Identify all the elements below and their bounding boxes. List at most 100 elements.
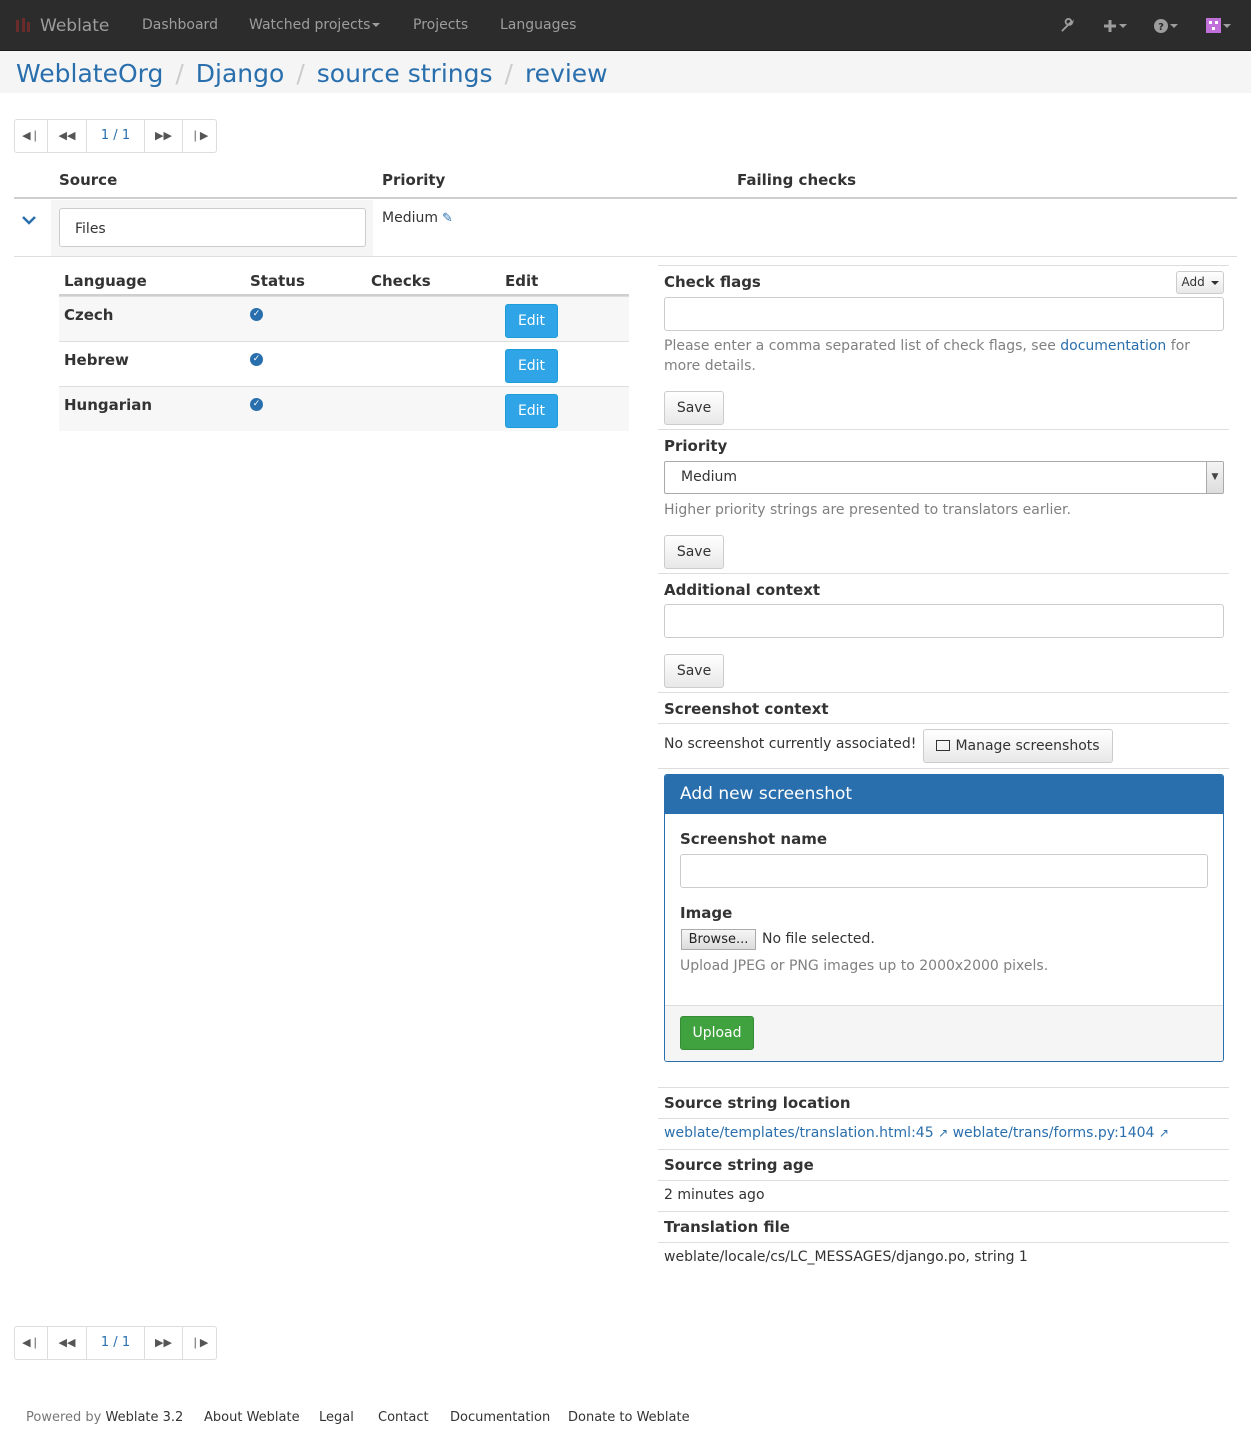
- divider: [658, 429, 1229, 430]
- priority-value: Medium ✎: [382, 210, 453, 226]
- priority-selected: Medium: [681, 469, 737, 485]
- check-flags-input[interactable]: [664, 297, 1224, 331]
- breadcrumb-separator: /: [504, 59, 513, 88]
- footer-documentation-link[interactable]: Documentation: [450, 1410, 550, 1425]
- save-priority-button[interactable]: Save: [664, 535, 724, 569]
- page-position: 1 / 1: [87, 120, 145, 152]
- nav-dashboard[interactable]: Dashboard: [142, 0, 218, 51]
- check-flags-help: Please enter a comma separated list of c…: [664, 336, 1224, 376]
- chevron-down-icon[interactable]: [22, 210, 36, 229]
- divider: [658, 265, 1229, 266]
- breadcrumb-separator: /: [175, 59, 184, 88]
- header-divider: [14, 197, 1237, 199]
- check-flags-help-text: Please enter a comma separated list of c…: [664, 338, 1061, 354]
- help-icon[interactable]: ?: [1154, 0, 1178, 51]
- pagination-top: ◀❘ ◀◀ 1 / 1 ▶▶ ❘▶: [14, 119, 217, 153]
- avatar[interactable]: [1206, 0, 1231, 51]
- source-age-value: 2 minutes ago: [664, 1187, 765, 1203]
- column-source: Source: [59, 171, 118, 189]
- footer-contact-link[interactable]: Contact: [378, 1410, 429, 1425]
- edit-button[interactable]: Edit: [505, 349, 558, 383]
- brand-label: Weblate: [40, 15, 110, 36]
- next-page-icon[interactable]: ▶▶: [145, 1327, 183, 1359]
- edit-button[interactable]: Edit: [505, 394, 558, 428]
- language-name: Hungarian: [64, 396, 153, 414]
- manage-screenshots-button[interactable]: Manage screenshots: [923, 729, 1113, 763]
- additional-context-label: Additional context: [664, 581, 821, 599]
- translation-file-label: Translation file: [664, 1218, 790, 1236]
- breadcrumb-component[interactable]: source strings: [317, 59, 493, 88]
- external-link-icon: ↗: [1158, 1126, 1169, 1140]
- plus-icon[interactable]: [1103, 0, 1127, 51]
- table-row: Hebrew ✓ Edit: [59, 341, 629, 386]
- priority-help: Higher priority strings are presented to…: [664, 502, 1071, 518]
- last-page-icon[interactable]: ❘▶: [183, 120, 216, 152]
- footer-about-link[interactable]: About Weblate: [204, 1410, 300, 1425]
- nav-watched-projects[interactable]: Watched projects: [249, 0, 381, 51]
- add-screenshot-title: Add new screenshot: [665, 775, 1223, 814]
- source-location-link[interactable]: weblate/trans/forms.py:1404: [953, 1125, 1155, 1141]
- last-page-icon[interactable]: ❘▶: [183, 1327, 216, 1359]
- image-label: Image: [680, 904, 733, 922]
- caret-down-icon: [1119, 23, 1127, 28]
- priority-value-label: Medium: [382, 210, 438, 226]
- divider: [658, 1242, 1229, 1243]
- divider: [658, 1118, 1229, 1119]
- previous-page-icon[interactable]: ◀◀: [48, 120, 87, 152]
- first-page-icon[interactable]: ◀❘: [15, 1327, 48, 1359]
- weblate-logo-icon: [14, 17, 32, 35]
- save-context-button[interactable]: Save: [664, 654, 724, 688]
- priority-select[interactable]: Medium ▼: [664, 461, 1224, 494]
- source-age-label: Source string age: [664, 1156, 814, 1174]
- svg-text:?: ?: [1158, 22, 1164, 33]
- footer-legal-link[interactable]: Legal: [319, 1410, 354, 1425]
- breadcrumb-project[interactable]: Django: [196, 59, 285, 88]
- additional-context-input[interactable]: [664, 604, 1224, 638]
- pencil-icon[interactable]: ✎: [442, 211, 453, 226]
- table-row: Czech ✓ Edit: [59, 296, 629, 341]
- check-circle-icon: ✓: [250, 308, 263, 321]
- nav-languages[interactable]: Languages: [500, 0, 576, 51]
- footer-powered: Powered by Weblate 3.2: [26, 1410, 183, 1425]
- caret-down-icon: [1210, 280, 1219, 285]
- browse-button[interactable]: Browse...: [681, 929, 756, 950]
- wrench-icon[interactable]: [1060, 0, 1075, 51]
- add-screenshot-panel: Add new screenshot Upload: [664, 774, 1224, 1062]
- edit-button[interactable]: Edit: [505, 304, 558, 338]
- breadcrumb-page[interactable]: review: [525, 59, 608, 88]
- row-divider: [14, 256, 1237, 257]
- breadcrumb-project-group[interactable]: WeblateOrg: [16, 59, 163, 88]
- footer-donate-link[interactable]: Donate to Weblate: [568, 1410, 690, 1425]
- weblate-version-link[interactable]: Weblate 3.2: [105, 1410, 183, 1425]
- documentation-link[interactable]: documentation: [1060, 338, 1166, 354]
- save-check-flags-button[interactable]: Save: [664, 391, 724, 425]
- column-failing-checks: Failing checks: [737, 171, 857, 189]
- caret-down-icon: [1223, 23, 1231, 28]
- source-location-link[interactable]: weblate/templates/translation.html:45: [664, 1125, 934, 1141]
- source-string: Files: [59, 208, 366, 247]
- check-circle-icon: ✓: [250, 398, 263, 411]
- top-navbar: Weblate Dashboard Watched projects Proje…: [0, 0, 1251, 51]
- nav-projects[interactable]: Projects: [413, 0, 468, 51]
- previous-page-icon[interactable]: ◀◀: [48, 1327, 87, 1359]
- brand[interactable]: Weblate: [14, 0, 109, 51]
- source-location-label: Source string location: [664, 1094, 851, 1112]
- divider: [658, 1180, 1229, 1181]
- divider: [658, 573, 1229, 574]
- breadcrumb-separator: /: [296, 59, 305, 88]
- first-page-icon[interactable]: ◀❘: [15, 120, 48, 152]
- table-row: Hungarian ✓ Edit: [59, 386, 629, 431]
- divider: [658, 723, 1229, 724]
- add-flag-button[interactable]: Add: [1176, 271, 1224, 294]
- next-page-icon[interactable]: ▶▶: [145, 120, 183, 152]
- screenshot-context-label: Screenshot context: [664, 700, 829, 718]
- chevron-down-icon: ▼: [1206, 462, 1223, 493]
- upload-button[interactable]: Upload: [680, 1016, 754, 1050]
- screenshot-name-input[interactable]: [680, 854, 1208, 888]
- column-checks: Checks: [371, 272, 431, 290]
- panel-footer: Upload: [665, 1005, 1223, 1061]
- column-language: Language: [64, 272, 147, 290]
- page-position: 1 / 1: [87, 1327, 145, 1359]
- screenshot-name-label: Screenshot name: [680, 830, 828, 848]
- column-priority: Priority: [382, 171, 446, 189]
